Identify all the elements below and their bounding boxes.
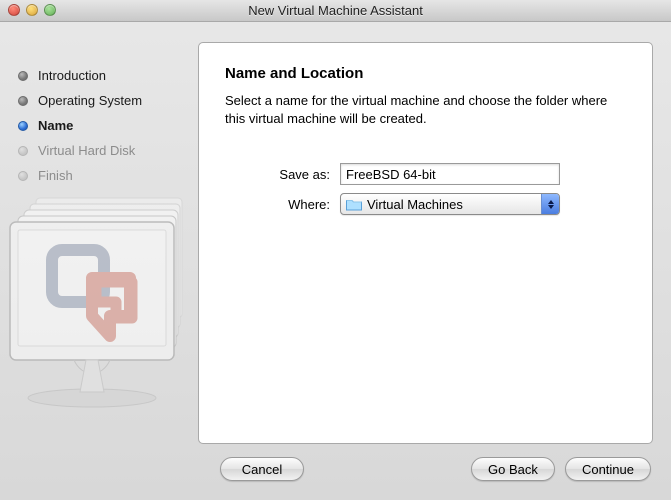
popup-arrows-icon (541, 194, 559, 214)
step-label: Finish (38, 168, 73, 183)
step-label: Virtual Hard Disk (38, 143, 135, 158)
footer: Cancel Go Back Continue (0, 444, 671, 500)
step-operating-system: Operating System (18, 93, 198, 108)
step-bullet-icon (18, 171, 28, 181)
save-as-input[interactable] (340, 163, 560, 185)
step-label: Operating System (38, 93, 142, 108)
close-window-button[interactable] (8, 4, 20, 16)
step-bullet-icon (18, 121, 28, 131)
step-bullet-icon (18, 146, 28, 156)
step-label: Name (38, 118, 73, 133)
step-bullet-icon (18, 71, 28, 81)
save-as-row: Save as: (225, 163, 626, 185)
step-label: Introduction (38, 68, 106, 83)
step-name: Name (18, 118, 198, 133)
where-popup[interactable]: Virtual Machines (340, 193, 560, 215)
where-value: Virtual Machines (367, 197, 463, 212)
window-controls (8, 4, 56, 16)
window-title: New Virtual Machine Assistant (0, 3, 671, 18)
step-bullet-icon (18, 96, 28, 106)
save-as-label: Save as: (225, 167, 340, 182)
step-finish: Finish (18, 168, 198, 183)
titlebar: New Virtual Machine Assistant (0, 0, 671, 22)
step-virtual-hard-disk: Virtual Hard Disk (18, 143, 198, 158)
pane-heading: Name and Location (225, 65, 626, 82)
zoom-window-button[interactable] (44, 4, 56, 16)
main-pane: Name and Location Select a name for the … (198, 42, 653, 444)
step-introduction: Introduction (18, 68, 198, 83)
folder-icon (346, 198, 362, 211)
cancel-button[interactable]: Cancel (220, 457, 304, 481)
where-row: Where: Virtual Machines (225, 193, 626, 215)
where-label: Where: (225, 197, 340, 212)
continue-button[interactable]: Continue (565, 457, 651, 481)
wizard-steps: Introduction Operating System Name Virtu… (18, 42, 198, 444)
go-back-button[interactable]: Go Back (471, 457, 555, 481)
pane-description: Select a name for the virtual machine an… (225, 92, 626, 128)
minimize-window-button[interactable] (26, 4, 38, 16)
